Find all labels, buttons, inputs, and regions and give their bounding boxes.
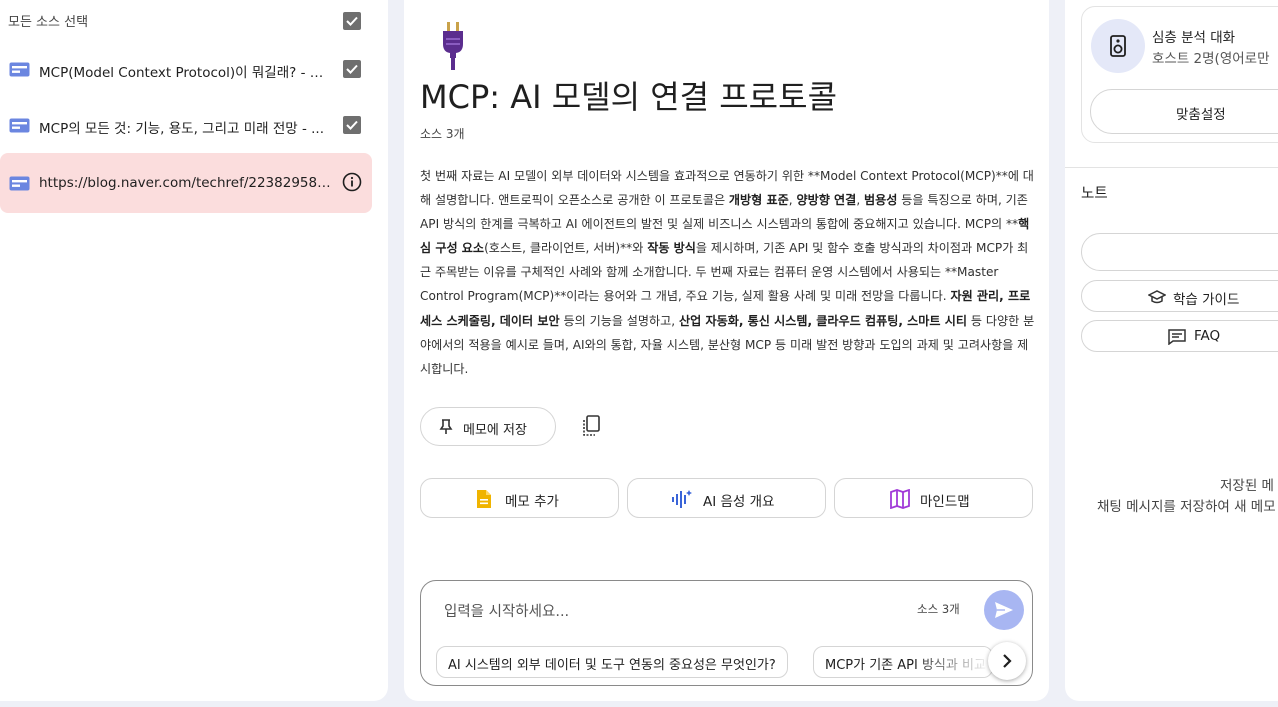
check-icon [346, 120, 358, 130]
speaker-icon [1110, 35, 1126, 57]
chat-box: 입력을 시작하세요... 소스 3개 AI 시스템의 외부 데이터 및 도구 연… [420, 580, 1033, 686]
chat-source-count: 소스 3개 [917, 602, 960, 616]
info-icon[interactable] [342, 172, 362, 192]
mind-map-label: 마인드맵 [920, 494, 970, 510]
save-to-note-label: 메모에 저장 [463, 423, 527, 438]
deep-dive-subtitle: 호스트 2명(영어로만 [1152, 51, 1270, 67]
audio-overview-label: AI 음성 개요 [703, 494, 775, 510]
customize-label: 맞춤설정 [1176, 107, 1226, 123]
speaker-icon-circle [1091, 19, 1145, 73]
summary-text: 첫 번째 자료는 AI 모델이 외부 데이터와 시스템을 효과적으로 연동하기 … [420, 169, 1035, 376]
next-suggestions-button[interactable] [988, 642, 1026, 680]
graduation-cap-icon [1148, 290, 1166, 304]
sources-panel: 모든 소스 선택 MCP(Model Context Protocol)이 뭐길… [0, 0, 388, 701]
faq-button[interactable]: FAQ [1081, 320, 1278, 352]
empty-notes-desc: 채팅 메시지를 저장하여 새 메모 [1097, 499, 1276, 515]
pin-icon [439, 419, 453, 434]
customize-button[interactable]: 맞춤설정 [1090, 89, 1278, 134]
source-checkbox[interactable] [343, 60, 361, 78]
chat-input[interactable]: 입력을 시작하세요... [444, 600, 569, 621]
study-guide-label: 학습 가이드 [1173, 292, 1240, 308]
notebook-title: MCP: AI 모델의 연결 프로토콜 [420, 78, 838, 116]
deep-dive-title: 심층 분석 대화 [1152, 30, 1236, 46]
map-icon [890, 489, 910, 509]
source-count: 소스 3개 [420, 127, 465, 141]
document-icon [9, 176, 30, 191]
notebook-panel: MCP: AI 모델의 연결 프로토콜 소스 3개 첫 번째 자료는 AI 모델… [404, 0, 1049, 701]
select-all-checkbox[interactable] [343, 12, 361, 30]
notes-heading: 노트 [1081, 186, 1108, 202]
add-note-label: 메모 추가 [505, 494, 559, 510]
add-note-button[interactable]: 메모 추가 [420, 478, 619, 518]
study-guide-button[interactable]: 학습 가이드 [1081, 280, 1278, 312]
source-title: MCP(Model Context Protocol)이 뭐길래? - DE..… [39, 65, 333, 81]
check-icon [346, 64, 358, 74]
suggestion-chip[interactable]: AI 시스템의 외부 데이터 및 도구 연동의 중요성은 무엇인가? [436, 646, 788, 678]
faq-icon [1168, 329, 1186, 345]
chevron-right-icon [1003, 654, 1012, 668]
select-all-label: 모든 소스 선택 [8, 15, 89, 30]
source-item[interactable]: MCP의 모든 것: 기능, 용도, 그리고 미래 전망 - ... [0, 95, 372, 155]
plug-icon [443, 22, 463, 70]
audio-wave-icon [672, 490, 692, 508]
faq-label: FAQ [1194, 328, 1221, 344]
source-item-active[interactable]: https://blog.naver.com/techref/223829581… [0, 153, 372, 213]
note-icon [477, 490, 491, 508]
suggestion-chip[interactable]: MCP가 기존 API 방식과 비교 [813, 646, 993, 678]
copy-icon[interactable] [581, 415, 601, 437]
check-icon [346, 16, 358, 26]
add-note-studio-button[interactable] [1081, 233, 1278, 271]
send-icon [995, 602, 1013, 618]
divider [1065, 167, 1278, 168]
audio-overview-button[interactable]: AI 음성 개요 [627, 478, 826, 518]
send-button[interactable] [984, 590, 1024, 630]
deep-dive-card: 심층 분석 대화 호스트 2명(영어로만 맞춤설정 [1081, 6, 1278, 143]
source-title: MCP의 모든 것: 기능, 용도, 그리고 미래 전망 - ... [39, 121, 325, 137]
mind-map-button[interactable]: 마인드맵 [834, 478, 1033, 518]
source-checkbox[interactable] [343, 116, 361, 134]
empty-notes-title: 저장된 메 [1220, 478, 1274, 494]
source-title: https://blog.naver.com/techref/223829581… [39, 175, 333, 191]
source-item[interactable]: MCP(Model Context Protocol)이 뭐길래? - DE..… [0, 39, 372, 99]
save-to-note-button[interactable]: 메모에 저장 [420, 407, 556, 446]
document-icon [9, 118, 30, 133]
document-icon [9, 62, 30, 77]
studio-panel: 심층 분석 대화 호스트 2명(영어로만 맞춤설정 노트 학습 가이드 FAQ … [1065, 0, 1278, 701]
